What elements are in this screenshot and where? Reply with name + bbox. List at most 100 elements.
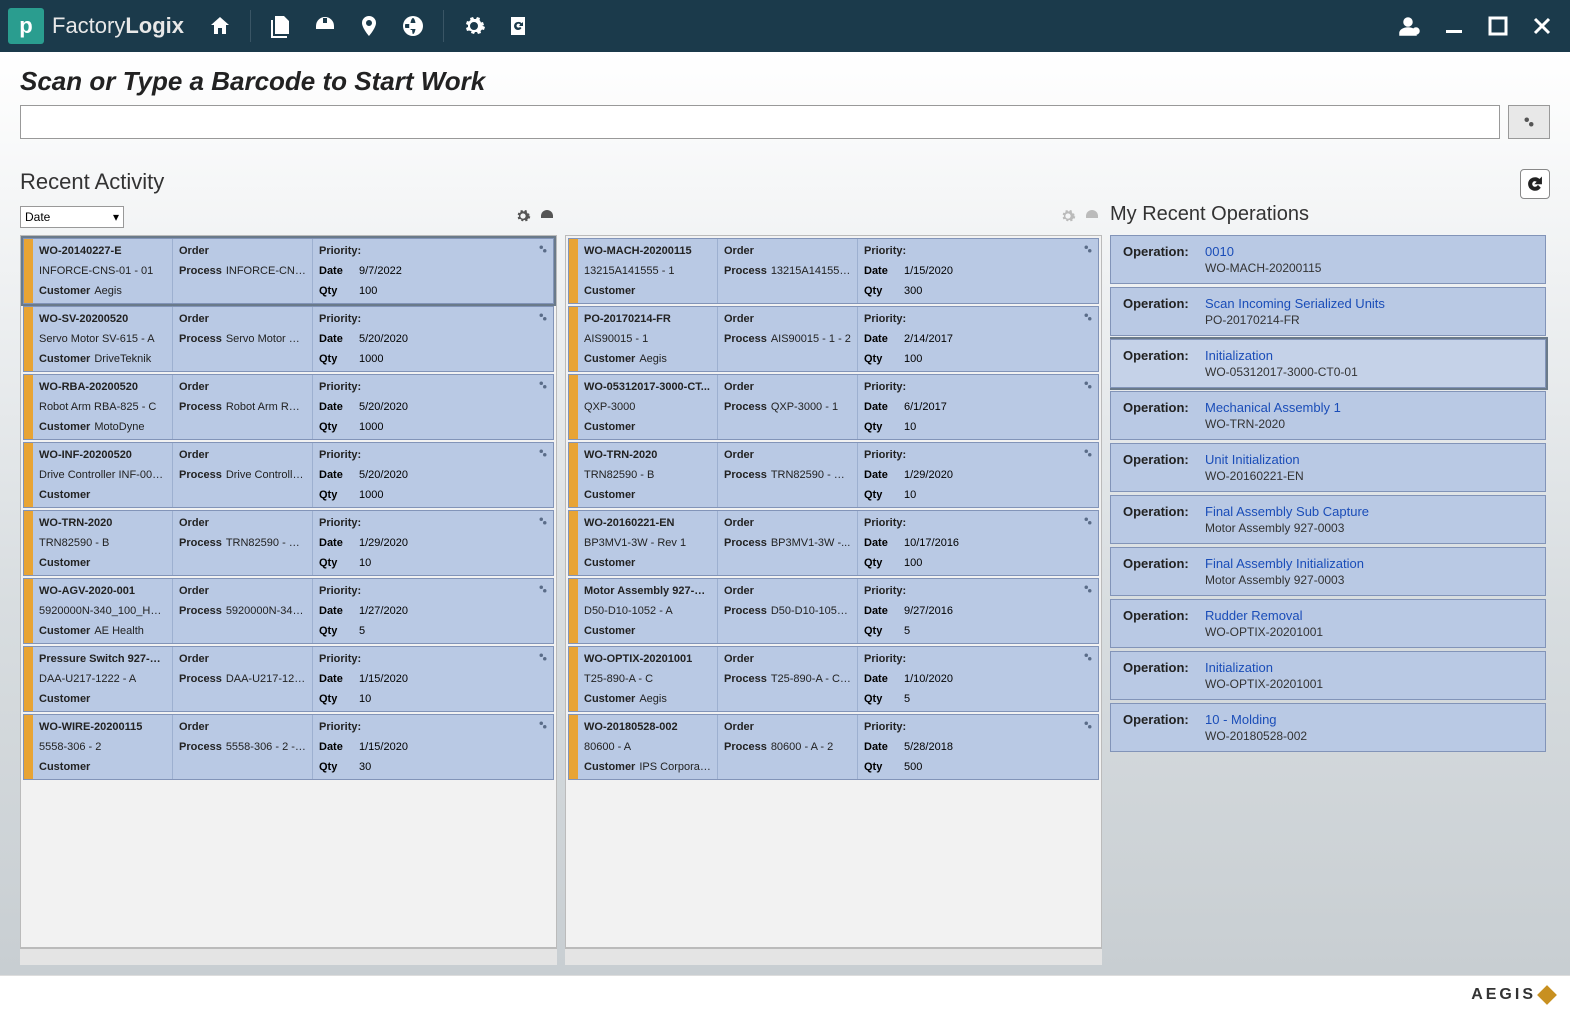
date-value: 1/15/2020 bbox=[904, 263, 1092, 279]
order-label: Order bbox=[724, 381, 754, 393]
card-gear-icon[interactable] bbox=[536, 446, 550, 460]
sort-dropdown[interactable]: Date▾ bbox=[20, 206, 124, 228]
card-gear-icon[interactable] bbox=[536, 514, 550, 528]
card-gear-icon[interactable] bbox=[536, 242, 550, 256]
maximize-icon[interactable] bbox=[1478, 6, 1518, 46]
operation-card[interactable]: Operation: Scan Incoming Serialized Unit… bbox=[1110, 287, 1546, 336]
barcode-input[interactable] bbox=[20, 105, 1500, 139]
operation-card[interactable]: Operation: Unit Initialization WO-201602… bbox=[1110, 443, 1546, 492]
date-label: Date bbox=[319, 671, 359, 687]
operation-card[interactable]: Operation: Final Assembly Initialization… bbox=[1110, 547, 1546, 596]
operation-card[interactable]: Operation: Initialization WO-05312017-30… bbox=[1110, 339, 1546, 388]
activity-card[interactable]: WO-20160221-EN BP3MV1-3W - Rev 1 Custome… bbox=[566, 510, 1101, 576]
wo-number: WO-20180528-002 bbox=[584, 719, 711, 735]
location-icon[interactable] bbox=[349, 6, 389, 46]
date-value: 5/20/2020 bbox=[359, 399, 547, 415]
column-gear-icon[interactable] bbox=[515, 208, 533, 226]
priority-label: Priority: bbox=[319, 517, 361, 529]
wo-number: WO-INF-20200520 bbox=[39, 447, 166, 463]
operation-card[interactable]: Operation: 10 - Molding WO-20180528-002 bbox=[1110, 703, 1546, 752]
card-gear-icon[interactable] bbox=[536, 378, 550, 392]
activity-list-left[interactable]: WO-20140227-E INFORCE-CNS-01 - 01 Custom… bbox=[20, 235, 557, 948]
operation-wo: WO-TRN-2020 bbox=[1205, 417, 1341, 431]
documents-icon[interactable] bbox=[261, 6, 301, 46]
card-gear-icon[interactable] bbox=[1081, 242, 1095, 256]
activity-card[interactable]: Motor Assembly 927-00... D50-D10-1052 - … bbox=[566, 578, 1101, 644]
operation-label: Operation: bbox=[1123, 660, 1197, 691]
card-gear-icon[interactable] bbox=[1081, 378, 1095, 392]
refresh-doc-icon[interactable] bbox=[498, 6, 538, 46]
process-line: ProcessBP3MV1-3W -... bbox=[724, 535, 851, 551]
card-gear-icon[interactable] bbox=[1081, 650, 1095, 664]
activity-card[interactable]: WO-TRN-2020 TRN82590 - B Customer Order … bbox=[21, 510, 556, 576]
card-gear-icon[interactable] bbox=[536, 718, 550, 732]
column-helmet-icon[interactable] bbox=[539, 208, 557, 226]
card-gear-icon[interactable] bbox=[1081, 446, 1095, 460]
close-icon[interactable] bbox=[1522, 6, 1562, 46]
horizontal-scrollbar[interactable] bbox=[20, 948, 557, 965]
order-label: Order bbox=[724, 721, 754, 733]
card-gear-icon[interactable] bbox=[1081, 582, 1095, 596]
activity-card[interactable]: WO-OPTIX-20201001 T25-890-A - C Customer… bbox=[566, 646, 1101, 712]
activity-card[interactable]: Pressure Switch 927-0001 DAA-U217-1222 -… bbox=[21, 646, 556, 712]
priority-label: Priority: bbox=[864, 313, 906, 325]
user-remove-icon[interactable] bbox=[1390, 6, 1430, 46]
home-icon[interactable] bbox=[200, 6, 240, 46]
activity-card[interactable]: WO-RBA-20200520 Robot Arm RBA-825 - C Cu… bbox=[21, 374, 556, 440]
status-stripe bbox=[24, 647, 33, 711]
process-line: ProcessServo Motor SV... bbox=[179, 331, 306, 347]
card-gear-icon[interactable] bbox=[1081, 718, 1095, 732]
status-stripe bbox=[569, 443, 578, 507]
process-line: ProcessTRN82590 - B -... bbox=[724, 467, 851, 483]
customer-line: CustomerMotoDyne bbox=[39, 419, 166, 435]
activity-card[interactable]: WO-20140227-E INFORCE-CNS-01 - 01 Custom… bbox=[21, 238, 556, 304]
column-helmet-icon[interactable] bbox=[1084, 208, 1102, 226]
activity-card[interactable]: WO-WIRE-20200115 5558-306 - 2 Customer O… bbox=[21, 714, 556, 780]
operation-card[interactable]: Operation: Initialization WO-OPTIX-20201… bbox=[1110, 651, 1546, 700]
date-value: 1/15/2020 bbox=[359, 739, 547, 755]
activity-card[interactable]: WO-05312017-3000-CT... QXP-3000 Customer… bbox=[566, 374, 1101, 440]
operation-wo: WO-20160221-EN bbox=[1205, 469, 1304, 483]
order-label: Order bbox=[724, 517, 754, 529]
globe-icon[interactable] bbox=[393, 6, 433, 46]
card-gear-icon[interactable] bbox=[536, 310, 550, 324]
operation-label: Operation: bbox=[1123, 400, 1197, 431]
activity-card[interactable]: WO-AGV-2020-001 5920000N-340_100_HL1... … bbox=[21, 578, 556, 644]
operation-wo: WO-20180528-002 bbox=[1205, 729, 1307, 743]
my-recent-operations-panel: My Recent Operations Operation: 0010 WO-… bbox=[1110, 203, 1550, 965]
column-gear-icon[interactable] bbox=[1060, 208, 1078, 226]
horizontal-scrollbar[interactable] bbox=[565, 948, 1102, 965]
gear-icon[interactable] bbox=[454, 6, 494, 46]
operation-card[interactable]: Operation: Final Assembly Sub Capture Mo… bbox=[1110, 495, 1546, 544]
operation-card[interactable]: Operation: 0010 WO-MACH-20200115 bbox=[1110, 235, 1546, 284]
refresh-button[interactable] bbox=[1520, 169, 1550, 199]
helmet-icon[interactable] bbox=[305, 6, 345, 46]
minimize-icon[interactable] bbox=[1434, 6, 1474, 46]
app-logo-icon: p bbox=[8, 8, 44, 44]
qty-label: Qty bbox=[319, 623, 359, 639]
recent-activity-title: Recent Activity bbox=[20, 169, 164, 195]
qty-label: Qty bbox=[864, 555, 904, 571]
operations-list[interactable]: Operation: 0010 WO-MACH-20200115 Operati… bbox=[1110, 232, 1550, 965]
card-gear-icon[interactable] bbox=[1081, 310, 1095, 324]
activity-card[interactable]: WO-MACH-20200115 13215A141555 - 1 Custom… bbox=[566, 238, 1101, 304]
wo-number: WO-MACH-20200115 bbox=[584, 243, 711, 259]
card-gear-icon[interactable] bbox=[1081, 514, 1095, 528]
activity-card[interactable]: PO-20170214-FR AIS90015 - 1 CustomerAegi… bbox=[566, 306, 1101, 372]
card-gear-icon[interactable] bbox=[536, 582, 550, 596]
activity-card[interactable]: WO-INF-20200520 Drive Controller INF-003… bbox=[21, 442, 556, 508]
activity-card[interactable]: WO-TRN-2020 TRN82590 - B Customer Order … bbox=[566, 442, 1101, 508]
part-number: DAA-U217-1222 - A bbox=[39, 671, 166, 687]
activity-card[interactable]: WO-SV-20200520 Servo Motor SV-615 - A Cu… bbox=[21, 306, 556, 372]
date-value: 1/29/2020 bbox=[359, 535, 547, 551]
scan-settings-button[interactable] bbox=[1508, 105, 1550, 139]
operation-wo: Motor Assembly 927-0003 bbox=[1205, 521, 1369, 535]
qty-value: 10 bbox=[904, 419, 1092, 435]
qty-value: 10 bbox=[359, 691, 547, 707]
priority-label: Priority: bbox=[319, 653, 361, 665]
card-gear-icon[interactable] bbox=[536, 650, 550, 664]
activity-list-mid[interactable]: WO-MACH-20200115 13215A141555 - 1 Custom… bbox=[565, 235, 1102, 948]
activity-card[interactable]: WO-20180528-002 80600 - A CustomerIPS Co… bbox=[566, 714, 1101, 780]
operation-card[interactable]: Operation: Rudder Removal WO-OPTIX-20201… bbox=[1110, 599, 1546, 648]
operation-card[interactable]: Operation: Mechanical Assembly 1 WO-TRN-… bbox=[1110, 391, 1546, 440]
